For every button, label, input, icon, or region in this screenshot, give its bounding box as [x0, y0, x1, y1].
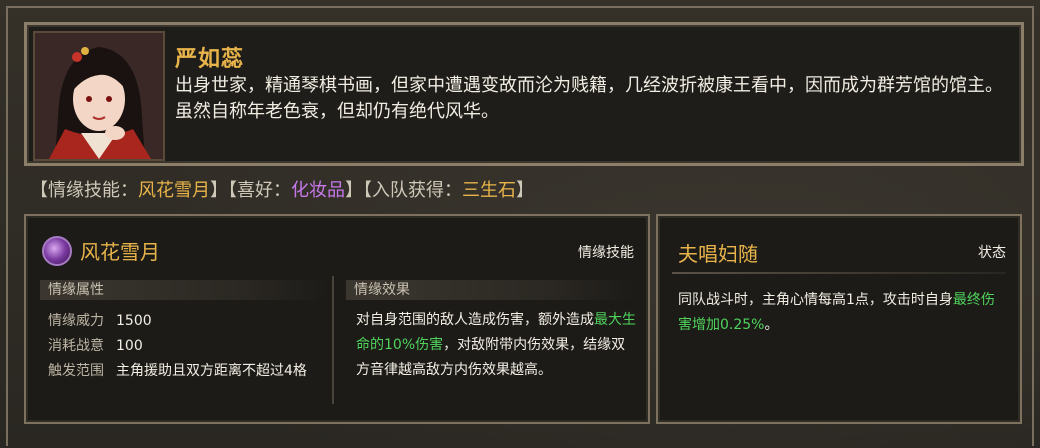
effect-header: 情缘效果 [346, 280, 634, 300]
skill-name: 风花雪月 [80, 240, 160, 264]
attribute-value: 100 [116, 338, 143, 354]
attribute-key: 情缘威力 [48, 313, 104, 329]
attribute-row: 情缘威力 1500 [48, 310, 152, 330]
frame-left-line [6, 6, 8, 446]
character-portrait [33, 31, 165, 161]
state-text: 同队战斗时，主角心情每高1点，攻击时自身最终伤害增加0.25%。 [678, 288, 1008, 338]
character-profile-panel: 严如蕊 出身世家，精通琴棋书画，但家中遭遇变故而沦为贱籍，几经波折被康王看中，因… [24, 22, 1024, 166]
attributes-header: 情缘属性 [40, 280, 328, 300]
skill-type: 情缘技能 [578, 245, 634, 261]
attribute-value: 1500 [116, 313, 152, 329]
character-description: 出身世家，精通琴棋书画，但家中遭遇变故而沦为贱籍，几经波折被康王看中，因而成为群… [175, 75, 1003, 122]
attribute-row: 触发范围 主角援助且双方距离不超过4格 [48, 360, 307, 380]
state-separator [672, 272, 1006, 274]
frame-right-line [1032, 6, 1034, 446]
attribute-key: 消耗战意 [48, 338, 104, 354]
portrait-art [35, 33, 163, 159]
hobby-value: 化妆品 [291, 180, 345, 201]
attribute-row: 消耗战意 100 [48, 335, 143, 355]
hobby-label: 】【喜好： [210, 180, 291, 201]
join-label: 】【入队获得： [345, 180, 462, 201]
meta-end-bracket: 】 [516, 180, 534, 201]
join-value: 三生石 [462, 180, 516, 201]
effect-text-part1: 对自身范围的敌人造成伤害，额外造成 [356, 312, 594, 328]
attribute-key: 触发范围 [48, 363, 104, 379]
attribute-value: 主角援助且双方距离不超过4格 [116, 363, 307, 379]
state-name: 夫唱妇随 [678, 242, 758, 266]
state-text-part1: 同队战斗时，主角心情每高1点，攻击时自身 [678, 292, 953, 308]
state-panel: 夫唱妇随 状态 同队战斗时，主角心情每高1点，攻击时自身最终伤害增加0.25%。 [656, 214, 1022, 424]
character-meta-line: 【情缘技能：风花雪月】【喜好：化妆品】【入队获得：三生石】 [30, 176, 534, 202]
frame-top-line [6, 6, 1034, 8]
skill-value: 风花雪月 [138, 180, 210, 201]
state-text-part2: 。 [764, 317, 779, 333]
flower-swirl-icon [42, 236, 72, 266]
column-divider [332, 276, 334, 404]
state-type: 状态 [978, 245, 1006, 261]
effect-text: 对自身范围的敌人造成伤害，额外造成最大生命的10%伤害，对敌附带内伤效果，结缘双… [356, 308, 636, 383]
character-name: 严如蕊 [175, 47, 245, 72]
skill-label: 【情缘技能： [30, 180, 138, 201]
skill-panel: 风花雪月 情缘技能 情缘属性 情缘威力 1500 消耗战意 100 触发范围 主角援助… [24, 214, 650, 424]
